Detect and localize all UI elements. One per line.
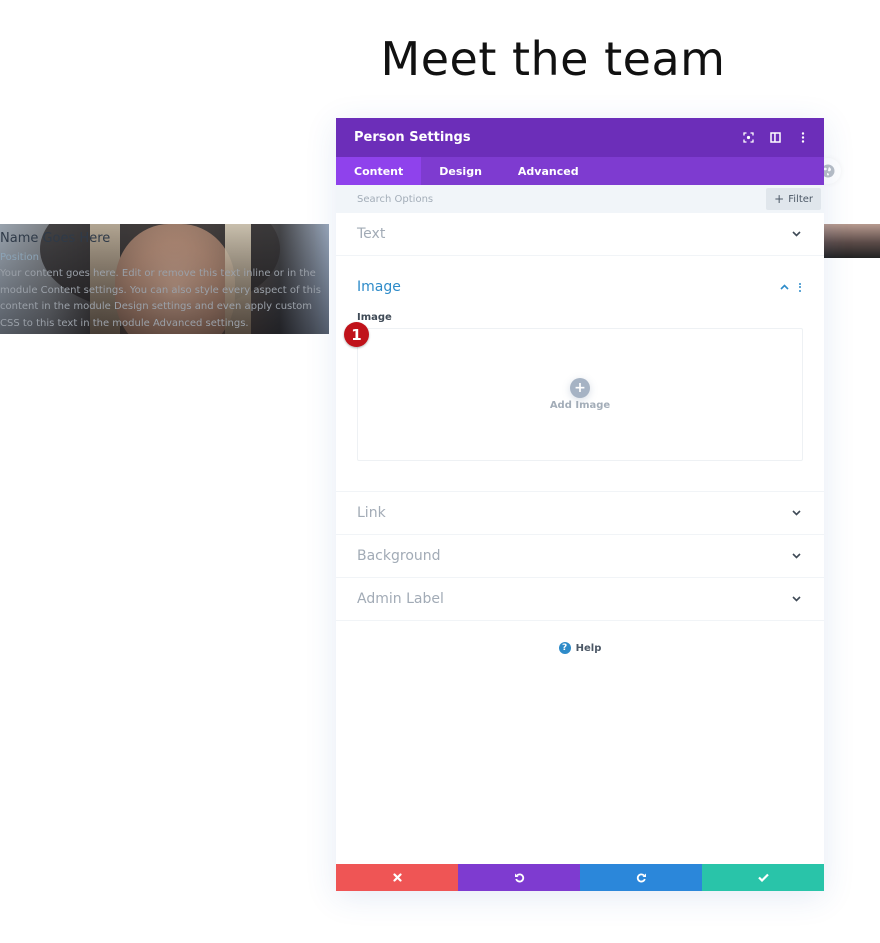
section-background-toggle[interactable]: Background: [336, 535, 824, 577]
filter-button[interactable]: + Filter: [766, 188, 821, 210]
modal-footer: [336, 864, 824, 891]
split-view-icon[interactable]: [762, 118, 789, 157]
add-image-label[interactable]: Add Image: [550, 400, 610, 411]
plus-icon: +: [774, 192, 785, 206]
adjacent-person-photo: [824, 224, 880, 258]
add-image-icon[interactable]: +: [570, 378, 590, 398]
focus-icon[interactable]: [735, 118, 762, 157]
undo-icon: [514, 873, 524, 883]
section-image-toggle[interactable]: Image: [336, 256, 824, 312]
section-link: Link: [336, 492, 824, 535]
search-options-input[interactable]: [357, 193, 767, 205]
modal-header[interactable]: Person Settings: [336, 118, 824, 157]
help-icon: ?: [558, 642, 571, 654]
section-admin-label-toggle[interactable]: Admin Label: [336, 578, 824, 620]
tab-design[interactable]: Design: [421, 157, 500, 185]
person-position: Position: [0, 252, 39, 263]
chevron-up-icon[interactable]: [777, 280, 791, 294]
redo-button[interactable]: [580, 864, 702, 891]
section-options-icon[interactable]: [797, 282, 803, 292]
section-link-toggle[interactable]: Link: [336, 492, 824, 534]
image-upload-area[interactable]: + Add Image: [357, 328, 803, 461]
section-title: Text: [357, 226, 386, 242]
section-image: Image Image + Add Image: [336, 256, 824, 492]
redo-icon: [636, 873, 646, 883]
modal-title: Person Settings: [354, 130, 471, 145]
tab-content[interactable]: Content: [336, 157, 422, 185]
chevron-down-icon[interactable]: [789, 506, 803, 520]
person-module[interactable]: Name Goes Here Position Your content goe…: [0, 224, 329, 334]
image-field-label: Image: [357, 312, 392, 323]
search-row: + Filter: [336, 185, 824, 213]
section-title: Background: [357, 548, 441, 564]
chevron-down-icon[interactable]: [789, 592, 803, 606]
close-icon: [392, 873, 402, 882]
check-icon: [757, 873, 769, 882]
person-settings-modal: Person Settings Content Design Advanced …: [336, 118, 824, 891]
step-annotation-badge: 1: [344, 322, 369, 347]
section-title: Link: [357, 505, 386, 521]
filter-label: Filter: [788, 193, 813, 205]
discard-button[interactable]: [336, 864, 458, 891]
page-heading: Meet the team: [380, 32, 726, 86]
section-title: Image: [357, 279, 401, 295]
section-admin-label: Admin Label: [336, 578, 824, 621]
help-label: Help: [575, 642, 602, 654]
section-text-toggle[interactable]: Text: [336, 213, 824, 255]
person-bio: Your content goes here. Edit or remove t…: [0, 268, 321, 329]
chevron-down-icon[interactable]: [789, 227, 803, 241]
tab-advanced[interactable]: Advanced: [500, 157, 597, 185]
save-button[interactable]: [702, 864, 824, 891]
tab-bar: Content Design Advanced: [336, 157, 824, 185]
section-text: Text: [336, 213, 824, 256]
section-title: Admin Label: [357, 591, 444, 607]
help-link[interactable]: ? Help: [336, 642, 824, 654]
undo-button[interactable]: [458, 864, 580, 891]
more-options-icon[interactable]: [789, 118, 816, 157]
chevron-down-icon[interactable]: [789, 549, 803, 563]
person-name: Name Goes Here: [0, 231, 111, 246]
section-background: Background: [336, 535, 824, 578]
